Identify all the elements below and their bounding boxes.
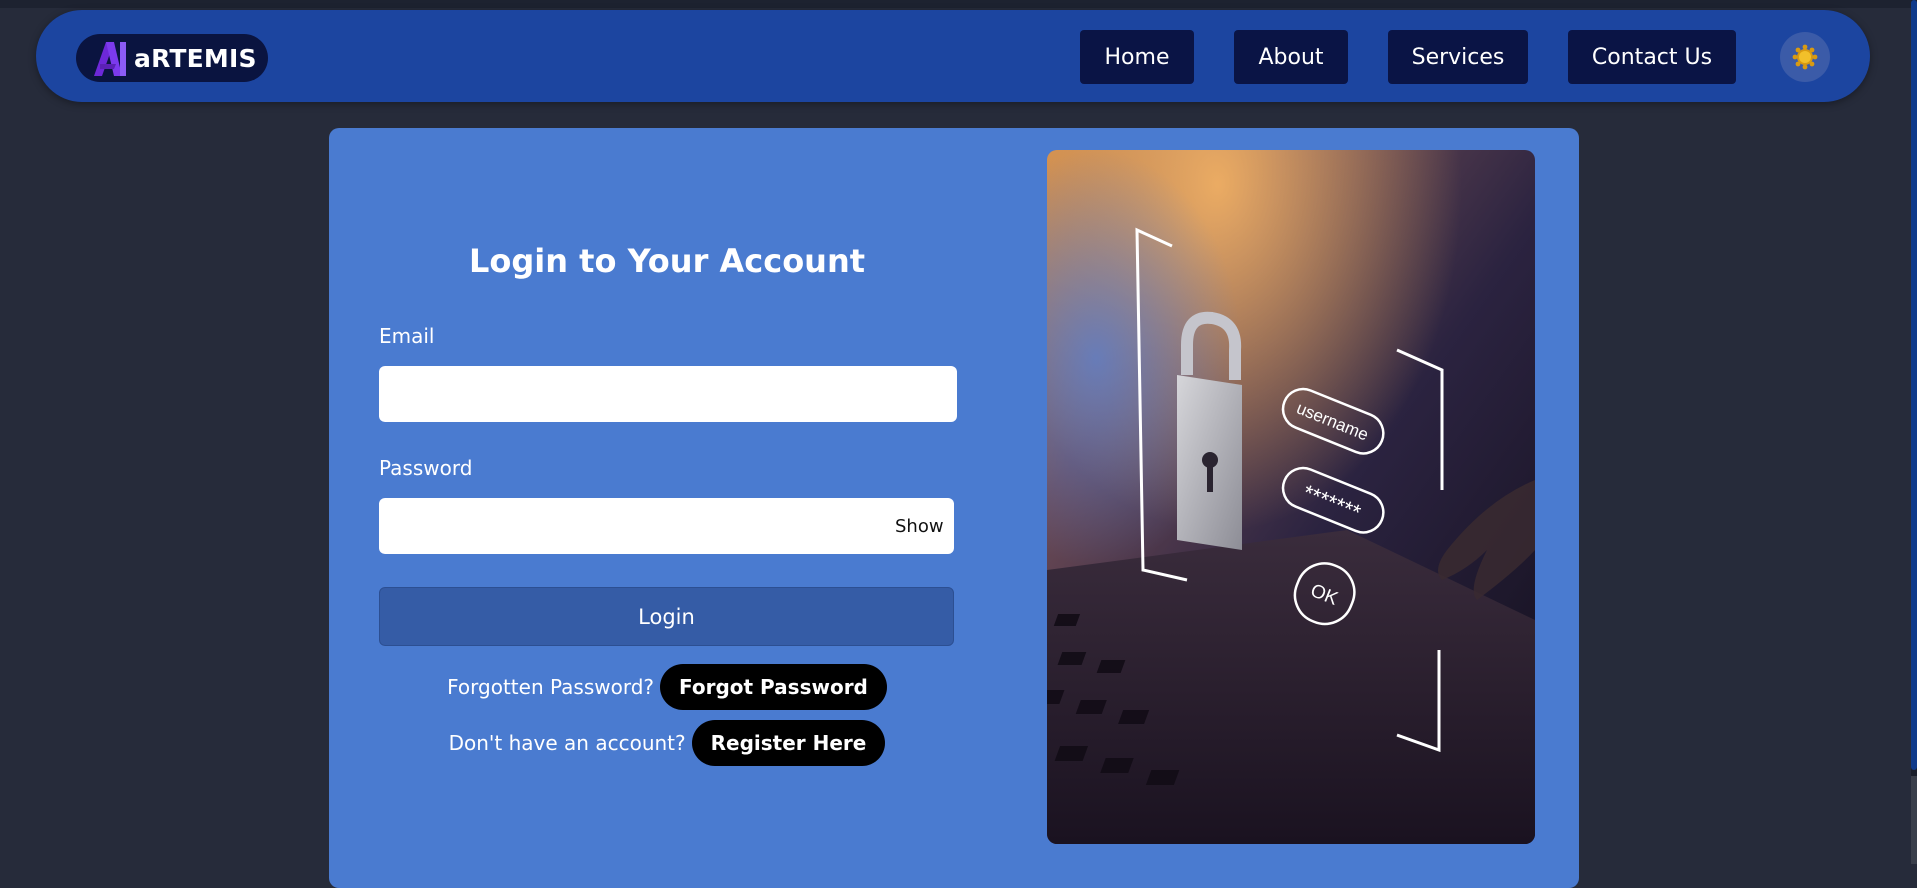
theme-toggle-button[interactable] bbox=[1780, 32, 1830, 82]
sun-icon bbox=[1792, 44, 1818, 70]
window-top-strip bbox=[0, 0, 1917, 8]
password-label: Password bbox=[379, 456, 472, 480]
forgot-password-button[interactable]: Forgot Password bbox=[660, 664, 887, 710]
email-input[interactable] bbox=[379, 366, 957, 422]
email-label: Email bbox=[379, 324, 435, 348]
login-title: Login to Your Account bbox=[329, 242, 1005, 280]
nav-contact-button[interactable]: Contact Us bbox=[1568, 30, 1736, 84]
login-illustration: username ******* OK bbox=[1047, 150, 1535, 844]
brand-name: aRTEMIS bbox=[134, 44, 257, 73]
ai-logo-icon bbox=[92, 38, 130, 78]
nav-about-button[interactable]: About bbox=[1234, 30, 1348, 84]
show-password-toggle[interactable]: Show bbox=[895, 516, 944, 537]
forgot-password-row: Forgotten Password? Forgot Password bbox=[329, 664, 1005, 710]
forgot-password-text: Forgotten Password? bbox=[447, 675, 654, 699]
scrollbar-thumb[interactable] bbox=[1911, 0, 1917, 770]
brand-logo[interactable]: aRTEMIS bbox=[76, 34, 268, 82]
scrollbar-lower-track[interactable] bbox=[1911, 776, 1917, 864]
password-input[interactable] bbox=[379, 498, 954, 554]
login-card: Login to Your Account Email Password Sho… bbox=[329, 128, 1579, 888]
login-button[interactable]: Login bbox=[379, 587, 954, 646]
register-button[interactable]: Register Here bbox=[692, 720, 886, 766]
register-row: Don't have an account? Register Here bbox=[329, 720, 1005, 766]
nav-home-button[interactable]: Home bbox=[1080, 30, 1194, 84]
navbar: aRTEMIS Home About Services Contact Us bbox=[36, 10, 1870, 102]
nav-services-button[interactable]: Services bbox=[1388, 30, 1528, 84]
register-text: Don't have an account? bbox=[449, 731, 686, 755]
